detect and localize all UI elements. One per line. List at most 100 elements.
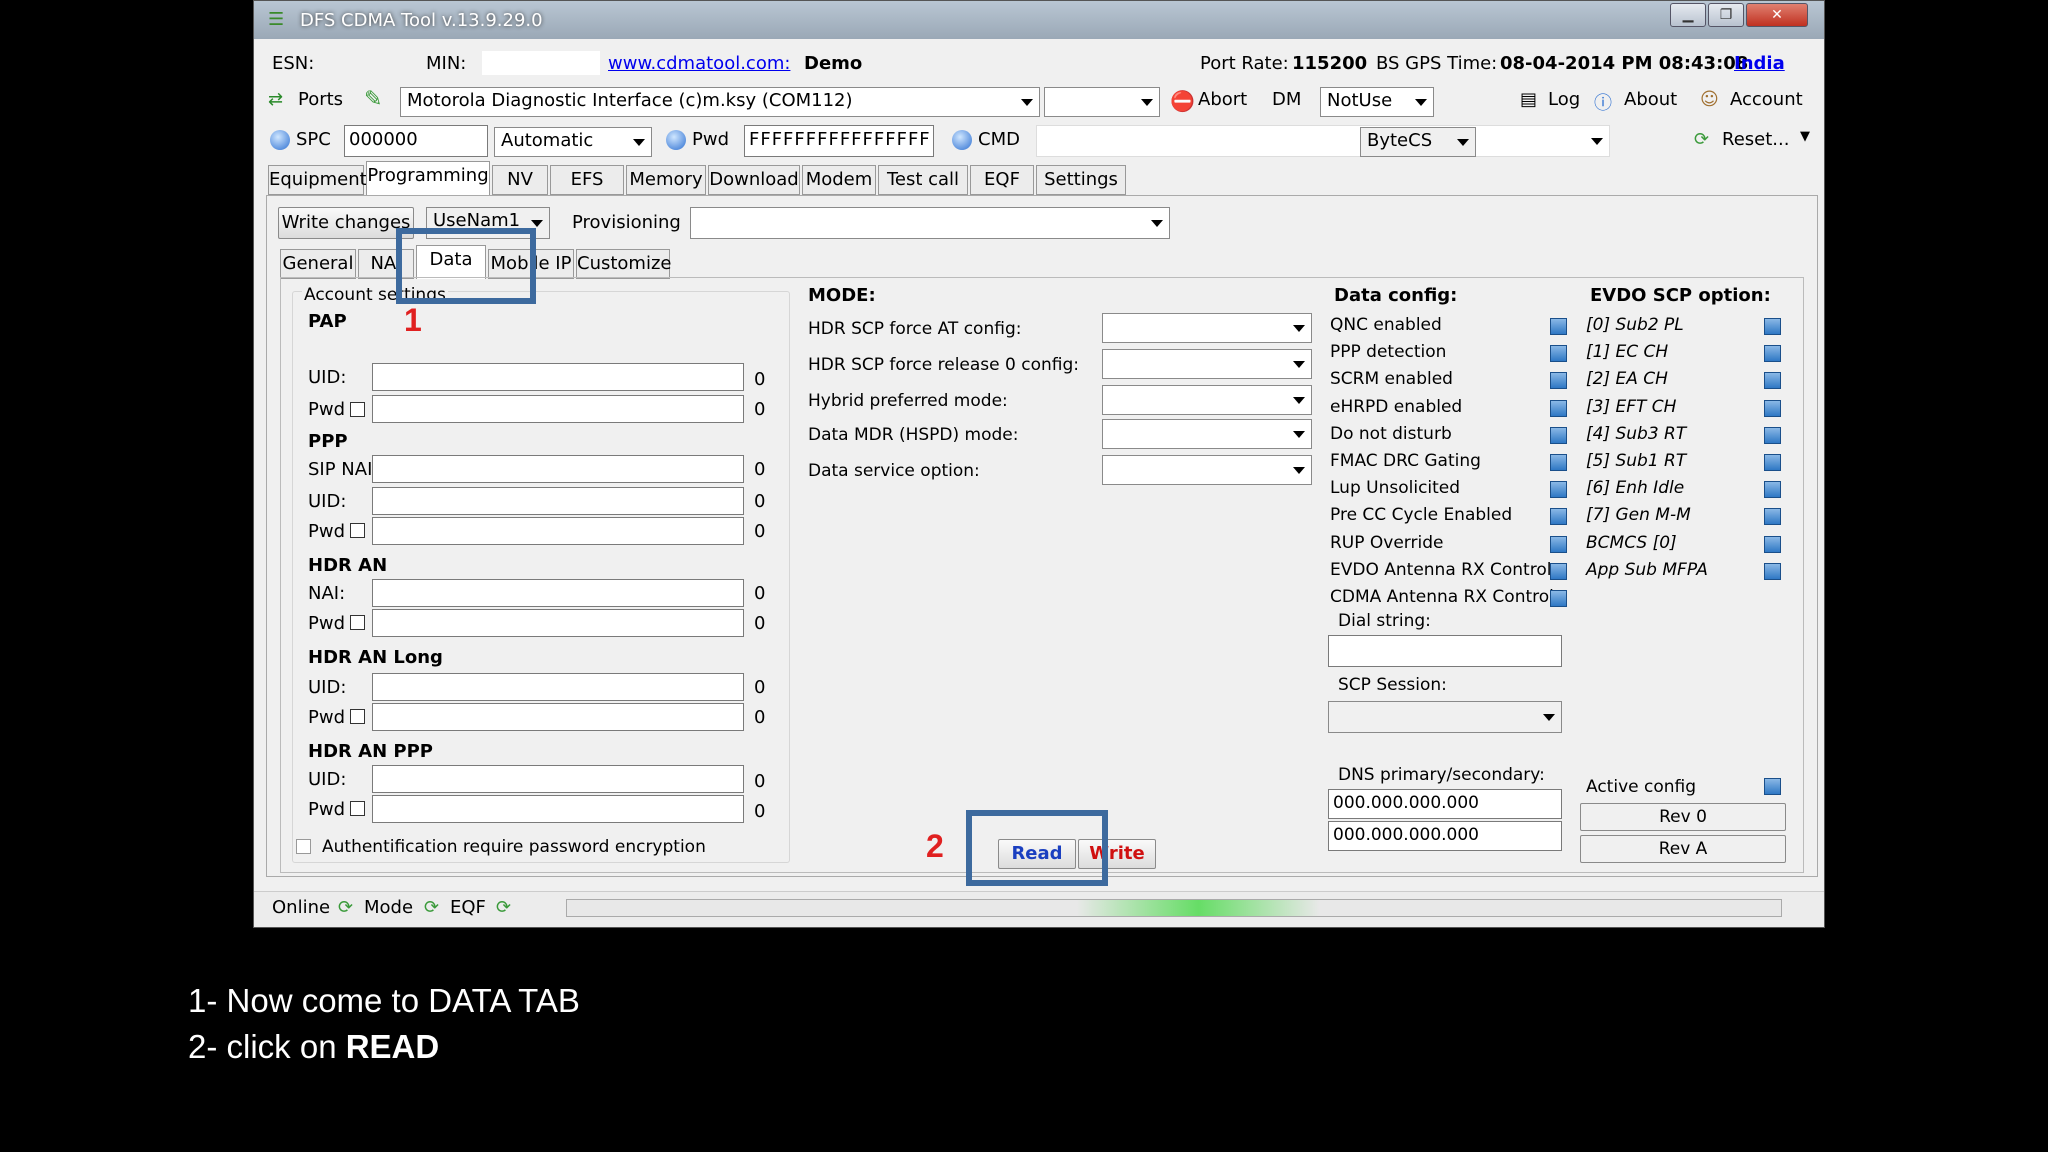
ppp-sip-length: 0 [754, 459, 766, 480]
tab-nv[interactable]: NV [492, 165, 548, 195]
pap-pwd-checkbox[interactable] [350, 402, 365, 417]
hdr-scp-force-release-select[interactable] [1102, 349, 1312, 379]
dm-select[interactable]: NotUse [1320, 87, 1434, 117]
hdr-an-long-pwd-checkbox[interactable] [350, 709, 365, 724]
hdr-an-ppp-uid-length: 0 [754, 771, 766, 792]
hdr-an-pwd-input[interactable] [372, 609, 744, 637]
region-link[interactable]: India [1734, 53, 1785, 74]
evdo-scp-checkbox[interactable] [1764, 481, 1781, 499]
interface-select[interactable]: Motorola Diagnostic Interface (c)m.ksy (… [400, 87, 1040, 117]
data-config-checkbox[interactable] [1550, 562, 1567, 580]
hdr-an-ppp-pwd-checkbox[interactable] [350, 801, 365, 816]
hdr-an-pwd-checkbox[interactable] [350, 615, 365, 630]
dns-primary-input[interactable]: 000.000.000.000 [1328, 789, 1562, 819]
pap-pwd-input[interactable] [372, 395, 744, 423]
evdo-scp-checkbox[interactable] [1764, 345, 1781, 363]
hdr-an-ppp-uid-input[interactable] [372, 765, 744, 793]
tab-equipment[interactable]: Equipment [268, 165, 367, 195]
tab-efs[interactable]: EFS [550, 165, 624, 195]
data-config-checkbox[interactable] [1550, 345, 1567, 363]
scp-session-select[interactable] [1328, 701, 1562, 733]
cmd-button[interactable]: CMD [952, 129, 1020, 150]
write-changes-button[interactable]: Write changes [278, 207, 414, 239]
data-config-checkbox[interactable] [1550, 590, 1567, 607]
evdo-scp-checkbox[interactable] [1764, 399, 1781, 417]
window-title: DFS CDMA Tool v.13.9.29.0 [300, 10, 543, 31]
data-config-checkbox[interactable] [1550, 481, 1567, 499]
ppp-uid-input[interactable] [372, 487, 744, 515]
tab-test-call[interactable]: Test call [878, 165, 968, 195]
data-mdr-select[interactable] [1102, 419, 1312, 449]
active-config-checkbox[interactable] [1764, 778, 1781, 795]
dial-string-input[interactable] [1328, 635, 1562, 667]
tab-programming[interactable]: Programming [366, 161, 490, 197]
dns-secondary-input[interactable]: 000.000.000.000 [1328, 821, 1562, 851]
ppp-sip-input[interactable] [372, 455, 744, 483]
ppp-pwd-checkbox[interactable] [350, 523, 365, 538]
hybrid-preferred-select[interactable] [1102, 385, 1312, 415]
website-link[interactable]: www.cdmatool.com: [608, 53, 790, 74]
hdr-an-ppp-pwd-input[interactable] [372, 795, 744, 823]
pap-uid-length: 0 [754, 369, 766, 390]
evdo-scp-checkbox[interactable] [1764, 426, 1781, 444]
mode-select[interactable]: Automatic [494, 127, 652, 157]
maximize-button[interactable]: ❐ [1708, 3, 1744, 27]
account-button[interactable]: Account [1730, 89, 1803, 110]
close-button[interactable]: ✕ [1746, 3, 1808, 27]
ports-button[interactable]: Ports [298, 89, 343, 110]
data-config-checkbox[interactable] [1550, 318, 1567, 335]
data-config-checkbox[interactable] [1550, 454, 1567, 471]
hdr-an-long-pwd-input[interactable] [372, 703, 744, 731]
evdo-scp-label: [3] EFT CH [1586, 396, 1677, 417]
port-select[interactable] [1044, 87, 1160, 117]
reset-button[interactable]: Reset... [1722, 129, 1789, 150]
evdo-scp-checkbox[interactable] [1764, 562, 1781, 580]
data-config-label: RUP Override [1330, 532, 1444, 553]
evdo-scp-checkbox[interactable] [1764, 372, 1781, 390]
app-icon: ☰ [268, 9, 285, 30]
connect-icon[interactable]: ✎ [364, 87, 382, 112]
data-config-checkbox[interactable] [1550, 372, 1567, 390]
evdo-scp-checkbox[interactable] [1764, 535, 1781, 553]
subtab-customize[interactable]: Customize [576, 249, 671, 279]
provisioning-select[interactable] [690, 207, 1170, 239]
data-config-checkbox[interactable] [1550, 399, 1567, 417]
data-config-checkbox[interactable] [1550, 426, 1567, 444]
pap-uid-input[interactable] [372, 363, 744, 391]
spc-button[interactable]: SPC [270, 129, 331, 150]
about-button[interactable]: About [1624, 89, 1677, 110]
hdr-an-long-uid-input[interactable] [372, 673, 744, 701]
tab-settings[interactable]: Settings [1036, 165, 1126, 195]
hdr-scp-force-at-select[interactable] [1102, 313, 1312, 343]
abort-button[interactable]: Abort [1198, 89, 1247, 110]
minimize-button[interactable]: ▁ [1670, 3, 1706, 27]
evdo-scp-checkbox[interactable] [1764, 508, 1781, 526]
hdr-an-nai-input[interactable] [372, 579, 744, 607]
subtab-general[interactable]: General [280, 249, 356, 279]
pwd-button[interactable]: Pwd [666, 129, 729, 150]
evdo-scp-checkbox[interactable] [1764, 454, 1781, 471]
data-service-option-select[interactable] [1102, 455, 1312, 485]
bytecs-value: ByteCS [1367, 130, 1433, 151]
tab-download[interactable]: Download [708, 165, 800, 195]
tab-modem[interactable]: Modem [802, 165, 876, 195]
cmd-input[interactable] [1036, 125, 1610, 157]
tab-eqf[interactable]: EQF [970, 165, 1034, 195]
data-config-checkbox[interactable] [1550, 508, 1567, 526]
reset-dropdown-icon[interactable]: ▼ [1800, 129, 1810, 144]
chevron-down-icon [1415, 99, 1427, 106]
min-label: MIN: [426, 53, 467, 74]
spc-input[interactable]: 000000 [344, 125, 488, 157]
bytecs-select[interactable]: ByteCS [1360, 127, 1476, 157]
tab-memory[interactable]: Memory [626, 165, 706, 195]
data-config-checkbox[interactable] [1550, 535, 1567, 553]
hdr-an-ppp-uid-label: UID: [308, 769, 347, 790]
ppp-pwd-input[interactable] [372, 517, 744, 545]
evdo-scp-checkbox[interactable] [1764, 318, 1781, 335]
rev0-button[interactable]: Rev 0 [1580, 803, 1786, 831]
auth-encryption-checkbox[interactable] [296, 839, 311, 854]
pwd-input[interactable]: FFFFFFFFFFFFFFFF [744, 125, 934, 157]
reva-button[interactable]: Rev A [1580, 835, 1786, 863]
log-button[interactable]: Log [1548, 89, 1580, 110]
account-icon: ☺ [1700, 89, 1719, 110]
